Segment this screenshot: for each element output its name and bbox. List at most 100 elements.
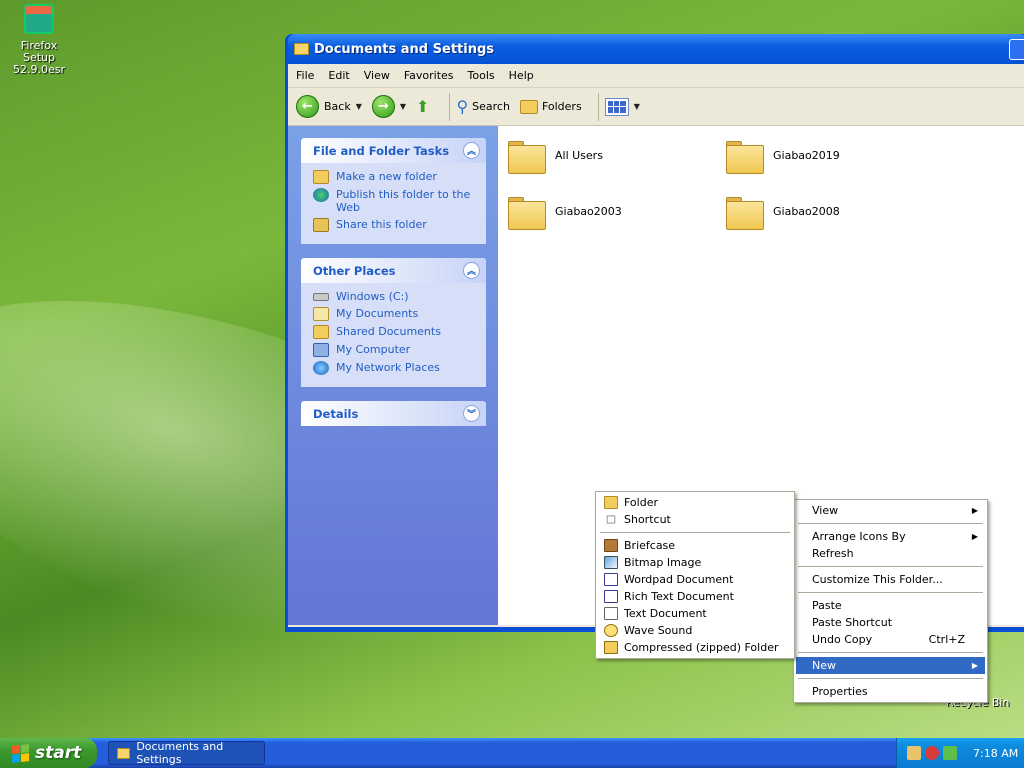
menu-tools[interactable]: Tools xyxy=(468,69,495,82)
toolbar: ← Back ▼ → ▼ ⬆ ⚲ Search Folders ▼ xyxy=(288,88,1024,126)
menu-item-paste[interactable]: Paste xyxy=(796,597,985,614)
menu-item-label: Shortcut xyxy=(624,513,671,526)
task-share-folder[interactable]: Share this folder xyxy=(313,218,476,232)
my-documents-icon xyxy=(313,307,329,321)
task-pane: File and Folder Tasks ︽ Make a new folde… xyxy=(288,126,498,625)
menu-item-label: New xyxy=(812,659,836,672)
menu-view[interactable]: View xyxy=(364,69,390,82)
clock[interactable]: 7:18 AM xyxy=(973,747,1018,760)
folders-icon xyxy=(519,99,538,114)
folder-icon xyxy=(604,496,618,509)
new-briefcase-item[interactable]: Briefcase xyxy=(598,537,792,554)
search-button[interactable]: ⚲ Search xyxy=(456,97,510,116)
tray-network-icon[interactable] xyxy=(943,746,957,760)
task-label: Share this folder xyxy=(336,218,427,231)
place-windows-c[interactable]: Windows (C:) xyxy=(313,290,476,303)
forward-dropdown-icon[interactable]: ▼ xyxy=(400,102,406,111)
menu-separator xyxy=(798,523,983,524)
collapse-chevron-icon[interactable]: ︽ xyxy=(463,142,480,159)
menu-item-properties[interactable]: Properties xyxy=(796,683,985,700)
folder-icon xyxy=(117,747,131,759)
maximize-button[interactable] xyxy=(1009,39,1024,60)
menu-item-label: Properties xyxy=(812,685,868,698)
new-wave-item[interactable]: Wave Sound xyxy=(598,622,792,639)
new-bitmap-item[interactable]: Bitmap Image xyxy=(598,554,792,571)
folders-button[interactable]: Folders xyxy=(519,99,582,114)
menu-bar: File Edit View Favorites Tools Help xyxy=(288,64,1024,88)
menu-item-label: Bitmap Image xyxy=(624,556,702,569)
back-arrow-icon: ← xyxy=(296,95,319,118)
new-folder-item[interactable]: Folder xyxy=(598,494,792,511)
new-text-item[interactable]: Text Document xyxy=(598,605,792,622)
place-my-network[interactable]: My Network Places xyxy=(313,361,476,375)
details-header[interactable]: Details ︾ xyxy=(301,401,486,426)
views-dropdown-icon: ▼ xyxy=(633,102,640,111)
place-label: My Documents xyxy=(336,307,419,320)
menu-item-label: View xyxy=(812,504,839,517)
collapse-chevron-icon[interactable]: ︽ xyxy=(463,262,480,279)
search-icon: ⚲ xyxy=(456,97,469,116)
other-places-header[interactable]: Other Places ︽ xyxy=(301,258,486,283)
place-shared-documents[interactable]: Shared Documents xyxy=(313,325,476,339)
details-panel: Details ︾ xyxy=(301,401,486,426)
folder-icon xyxy=(726,194,764,230)
folder-item[interactable]: Giabao2008 xyxy=(726,194,840,230)
new-zip-item[interactable]: Compressed (zipped) Folder xyxy=(598,639,792,656)
new-wordpad-item[interactable]: Wordpad Document xyxy=(598,571,792,588)
window-titlebar[interactable]: Documents and Settings xyxy=(288,34,1024,64)
menu-item-arrange-icons[interactable]: Arrange Icons By ▶ xyxy=(796,528,985,545)
zip-folder-icon xyxy=(604,641,618,654)
place-my-documents[interactable]: My Documents xyxy=(313,307,476,321)
wordpad-icon xyxy=(604,573,618,586)
menu-item-paste-shortcut[interactable]: Paste Shortcut xyxy=(796,614,985,631)
menu-help[interactable]: Help xyxy=(509,69,534,82)
taskbar-item-documents[interactable]: Documents and Settings xyxy=(108,740,265,766)
place-my-computer[interactable]: My Computer xyxy=(313,343,476,357)
place-label: My Computer xyxy=(336,343,411,356)
menu-file[interactable]: File xyxy=(296,69,314,82)
menu-item-refresh[interactable]: Refresh xyxy=(796,545,985,562)
start-button[interactable]: start xyxy=(0,738,97,768)
file-folder-tasks-header[interactable]: File and Folder Tasks ︽ xyxy=(301,138,486,163)
menu-item-label: Briefcase xyxy=(624,539,676,552)
folder-icon xyxy=(294,43,309,55)
folder-item[interactable]: All Users xyxy=(508,138,603,174)
views-button[interactable]: ▼ xyxy=(604,97,640,116)
tray-security-icon[interactable] xyxy=(925,746,939,760)
menu-item-label: Folder xyxy=(624,496,658,509)
task-publish-web[interactable]: Publish this folder to the Web xyxy=(313,188,476,214)
shortcut-icon xyxy=(606,515,616,524)
menu-edit[interactable]: Edit xyxy=(328,69,349,82)
menu-item-view[interactable]: View ▶ xyxy=(796,502,985,519)
back-button[interactable]: ← Back ▼ xyxy=(296,95,362,118)
task-make-new-folder[interactable]: Make a new folder xyxy=(313,170,476,184)
new-rtf-item[interactable]: Rich Text Document xyxy=(598,588,792,605)
expand-chevron-icon[interactable]: ︾ xyxy=(463,405,480,422)
folder-item[interactable]: Giabao2019 xyxy=(726,138,840,174)
menu-item-new[interactable]: New ▶ xyxy=(796,657,985,674)
menu-item-undo-copy[interactable]: Undo Copy Ctrl+Z xyxy=(796,631,985,648)
submenu-arrow-icon: ▶ xyxy=(971,532,978,541)
back-dropdown-icon[interactable]: ▼ xyxy=(356,102,362,111)
tray-keys-icon[interactable] xyxy=(907,746,921,760)
taskbar: start Documents and Settings 7:18 AM xyxy=(0,738,1024,768)
computer-icon xyxy=(313,343,329,357)
panel-title: File and Folder Tasks xyxy=(313,143,450,158)
forward-button[interactable]: → ▼ xyxy=(371,95,406,118)
globe-icon xyxy=(313,188,329,202)
new-shortcut-item[interactable]: Shortcut xyxy=(598,511,792,528)
folder-item[interactable]: Giabao2003 xyxy=(508,194,622,230)
menu-item-label: Paste Shortcut xyxy=(812,616,893,629)
folder-label: Giabao2003 xyxy=(555,204,622,218)
folders-label: Folders xyxy=(541,100,582,113)
up-button[interactable]: ⬆ xyxy=(416,97,433,116)
menu-separator xyxy=(798,678,983,679)
folder-icon xyxy=(726,138,764,174)
desktop-icon-firefox-setup[interactable]: Firefox Setup 52.9.0esr xyxy=(4,2,74,76)
menu-item-customize[interactable]: Customize This Folder... xyxy=(796,571,985,588)
menu-favorites[interactable]: Favorites xyxy=(404,69,454,82)
folder-icon xyxy=(508,194,546,230)
back-label: Back xyxy=(324,100,351,113)
menu-item-label: Compressed (zipped) Folder xyxy=(624,641,779,654)
folder-icon xyxy=(313,325,329,339)
